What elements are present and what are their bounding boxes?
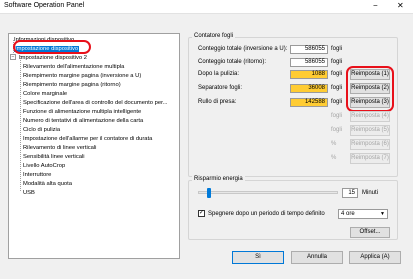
tree-item-impostazione-dispositivo-2[interactable]: − Impostazione dispositivo 2	[9, 53, 87, 62]
tree-item[interactable]: Modalità alta quota	[23, 179, 72, 188]
tree-item[interactable]: Interruttore	[23, 170, 51, 179]
tree-item-label: Funzione di alimentazione multipla intel…	[23, 109, 142, 115]
power-off-label: Spegnere dopo un periodo di tempo defini…	[208, 211, 325, 217]
tree-item[interactable]: Ciclo di pulizia	[23, 125, 60, 134]
counter-label: Rullo di presa:	[198, 99, 237, 105]
tree-line	[20, 56, 21, 191]
settings-tree[interactable]: Informazioni dispositivo Impostazione di…	[8, 33, 180, 259]
counter-label: Separatore fogli:	[198, 85, 243, 91]
close-icon[interactable]: ✕	[397, 1, 404, 10]
tree-item-label: Colore marginale	[23, 91, 68, 97]
counter-unit: %	[331, 155, 337, 161]
window-title: Software Operation Panel	[4, 2, 85, 9]
counter-label: Dopo la pulizia:	[198, 71, 240, 77]
select-value: 4 ore	[341, 211, 355, 217]
energy-slider-track[interactable]	[198, 191, 338, 194]
tree-item-label: USB	[23, 190, 35, 196]
tree-item-label: Sensibilità linee verticali	[23, 154, 85, 160]
tree-item-label: Rilevamento di linee verticali	[23, 145, 97, 151]
tree-item-label: Riempimento margine pagina (inversione a…	[23, 73, 142, 79]
tree-item-label: Impostazione dell'allarme per il contato…	[23, 136, 153, 142]
total-count-return-field: 586055	[290, 58, 328, 67]
tree-item[interactable]: Riempimento margine pagina (inversione a…	[23, 71, 141, 80]
tree-item[interactable]: Funzione di alimentazione multipla intel…	[23, 107, 141, 116]
counter-label: Conteggio totale (ritorno):	[198, 59, 267, 65]
reset-6-button[interactable]: Reimposta (6)	[350, 139, 390, 150]
tree-item[interactable]: Numero di tentativi di alimentazione del…	[23, 116, 143, 125]
collapse-icon[interactable]: −	[10, 54, 16, 60]
minutes-unit-label: Minuti	[362, 190, 379, 196]
power-off-time-select[interactable]: 4 ore ▼	[338, 209, 388, 219]
counter-unit: fogli	[331, 127, 343, 133]
tree-item[interactable]: Colore marginale	[23, 89, 67, 98]
total-count-uturn-field: 586055	[290, 45, 328, 54]
tree-item-label: Riempimento margine pagina (ritorno)	[23, 82, 121, 88]
minutes-spinbox[interactable]: 15	[342, 188, 358, 198]
tree-item[interactable]: USB	[23, 188, 35, 197]
tree-item-label: Numero di tentativi di alimentazione del…	[23, 118, 144, 124]
power-off-checkbox[interactable]: ✓	[198, 210, 205, 217]
ok-button[interactable]: Sì	[232, 251, 284, 264]
tree-item[interactable]: Sensibilità linee verticali	[23, 152, 85, 161]
tree-item-label: Livello AutoCrop	[23, 163, 66, 169]
apply-button[interactable]: Applica (A)	[349, 251, 401, 264]
counter-unit: fogli	[331, 46, 343, 52]
tree-item-label: Modalità alta quota	[23, 181, 72, 187]
tree-item[interactable]: Rilevamento dell'alimentazione multipla	[23, 62, 124, 71]
minimize-icon[interactable]: −	[373, 1, 378, 10]
counter-unit: %	[331, 141, 337, 147]
reset-5-button[interactable]: Reimposta (5)	[350, 125, 390, 136]
highlight-oval	[346, 66, 394, 112]
counter-unit: fogli	[331, 113, 343, 119]
tree-item[interactable]: Impostazione dell'allarme per il contato…	[23, 134, 152, 143]
reset-4-button[interactable]: Reimposta (4)	[350, 111, 390, 122]
tree-item-label: Specificazione dell'area di controllo de…	[23, 100, 168, 106]
tree-item[interactable]: Riempimento margine pagina (ritorno)	[23, 80, 121, 89]
tree-item-label: Impostazione dispositivo 2	[19, 55, 87, 61]
cancel-button[interactable]: Annulla	[291, 251, 343, 264]
highlight-oval	[13, 40, 91, 54]
chevron-down-icon: ▼	[380, 211, 385, 217]
tree-item[interactable]: Specificazione dell'area di controllo de…	[23, 98, 168, 107]
offset-button[interactable]: Offset...	[350, 227, 390, 238]
tree-item-label: Rilevamento dell'alimentazione multipla	[23, 64, 125, 70]
energy-saving-group-label: Risparmio energia	[192, 176, 245, 183]
counter-unit: fogli	[331, 59, 343, 65]
energy-slider-thumb[interactable]	[207, 188, 212, 198]
pick-roller-field: 142588	[290, 98, 328, 107]
tree-item-label: Interruttore	[23, 172, 52, 178]
counter-unit: fogli	[331, 99, 343, 105]
counter-unit: fogli	[331, 71, 343, 77]
after-cleaning-field: 1088	[290, 70, 328, 79]
title-bar: Software Operation Panel − ✕	[0, 0, 413, 13]
tree-item-label: Ciclo di pulizia	[23, 127, 61, 133]
sheet-separator-field: 36008	[290, 84, 328, 93]
counter-unit: fogli	[331, 85, 343, 91]
tree-item[interactable]: Rilevamento di linee verticali	[23, 143, 96, 152]
counter-label: Conteggio totale (inversione a U):	[198, 46, 288, 52]
dialog-body: Informazioni dispositivo Impostazione di…	[0, 13, 413, 279]
sheet-counter-group-label: Contatore fogli	[192, 33, 236, 40]
reset-7-button[interactable]: Reimposta (7)	[350, 153, 390, 164]
tree-item[interactable]: Livello AutoCrop	[23, 161, 65, 170]
